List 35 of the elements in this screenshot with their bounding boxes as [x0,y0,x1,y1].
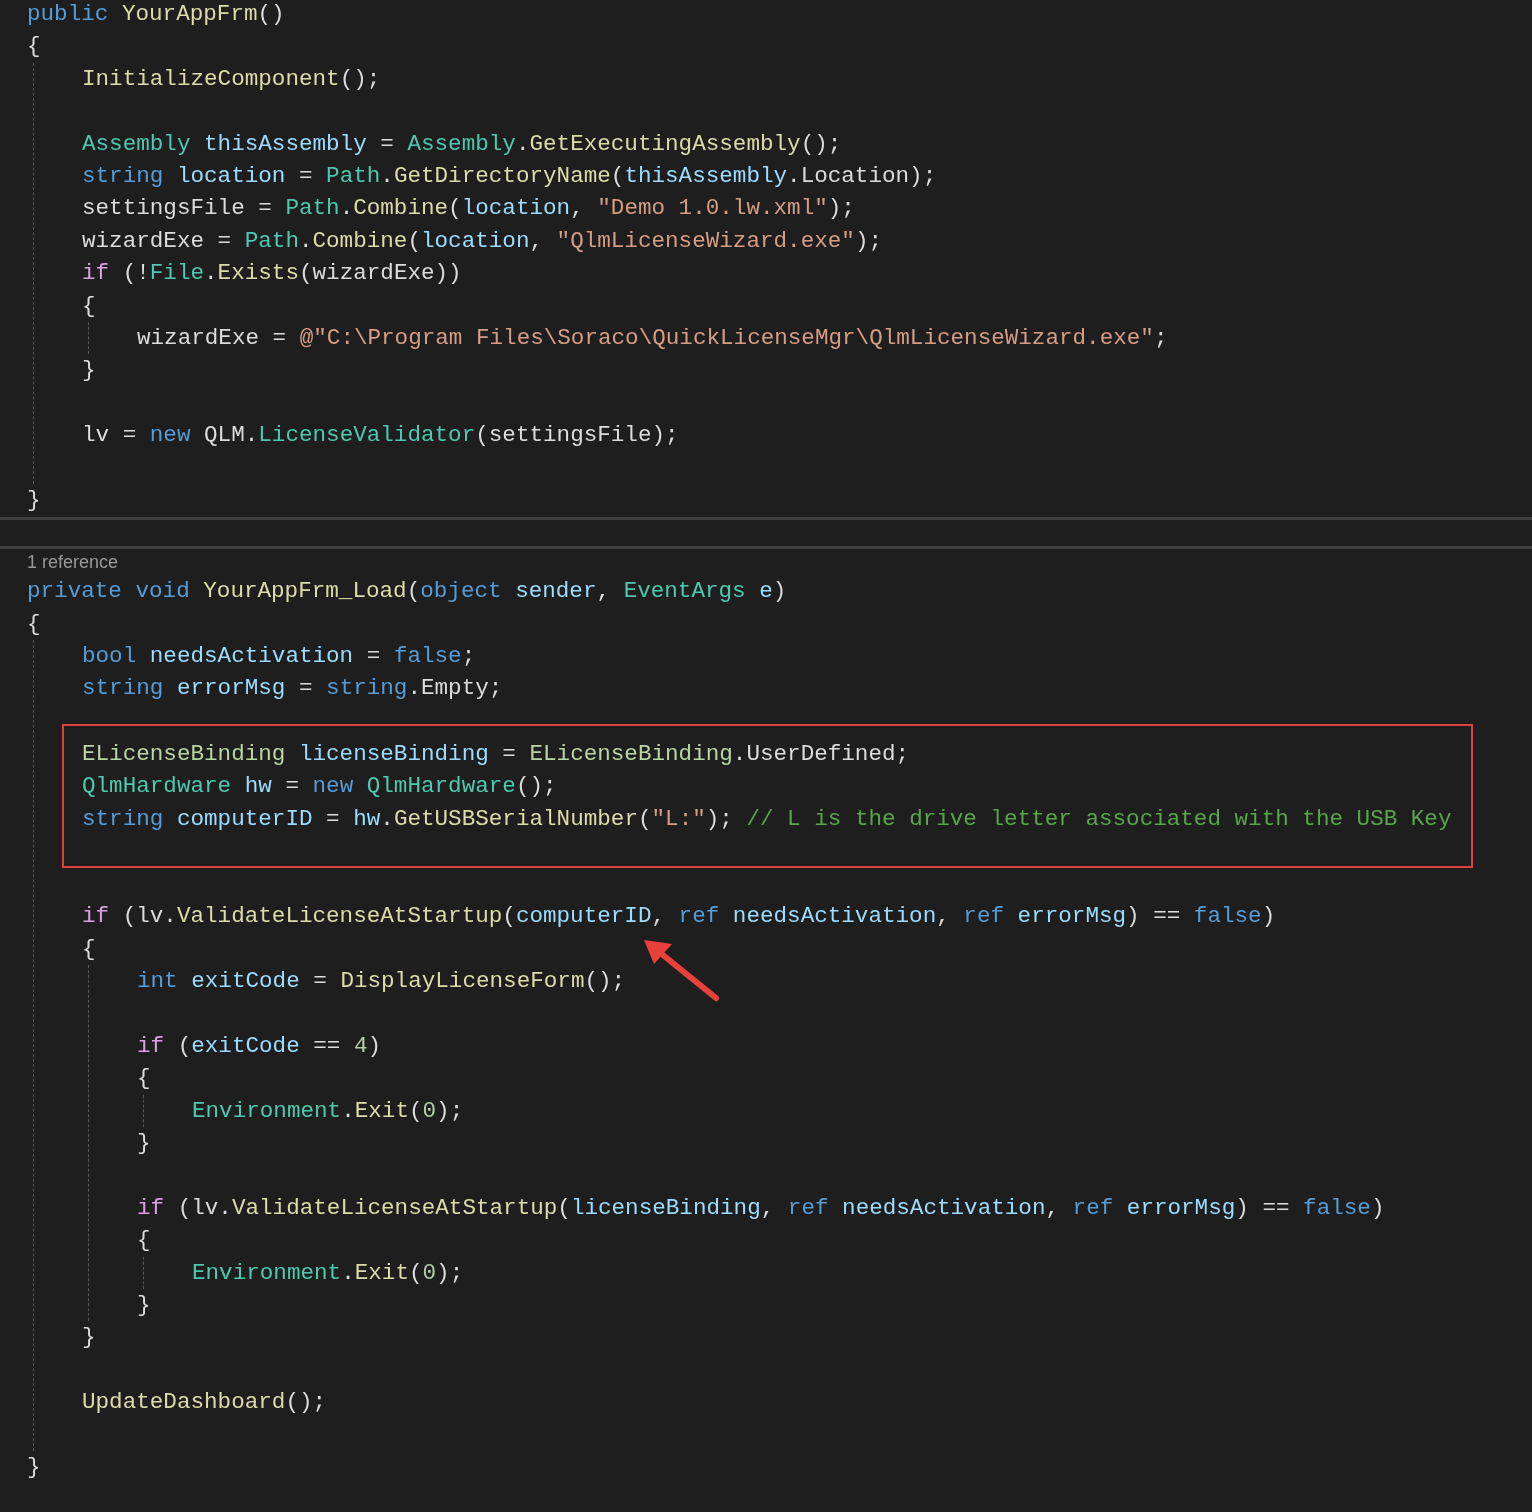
code-line: { [137,1226,151,1256]
code-line: Assembly thisAssembly = Assembly.GetExecutingAssembly(); [82,129,842,159]
code-line: if (lv.ValidateLicenseAtStartup(licenseBinding, ref needsActivation, ref errorMsg) == false) [137,1193,1385,1223]
code-line: Environment.Exit(0); [192,1258,464,1288]
code-line: if (lv.ValidateLicenseAtStartup(computerID, ref needsActivation, ref errorMsg) == false) [82,902,1276,932]
code-line: Environment.Exit(0); [192,1096,464,1126]
code-line: settingsFile = Path.Combine(location, "Demo 1.0.lw.xml"); [82,194,855,224]
code-line: wizardExe = @"C:\Program Files\Soraco\QuickLicenseMgr\QlmLicenseWizard.exe"; [137,323,1168,353]
code-line: } [27,485,41,515]
code-line: int exitCode = DisplayLicenseForm(); [137,967,626,997]
reference-count[interactable]: 1 reference [0,549,1532,576]
code-line: } [82,356,96,386]
code-line: string computerID = hw.GetUSBSerialNumber("L:"); // L is the drive letter associated with the USB Key [82,804,1452,834]
code-line: { [27,32,41,62]
code-line: UpdateDashboard(); [82,1388,327,1418]
code-line: { [82,291,96,321]
code-line: bool needsActivation = false; [82,642,476,672]
code-line: private void YourAppFrm_Load(object sender, EventArgs e) [27,577,787,607]
code-line: InitializeComponent(); [82,64,381,94]
code-line: if (exitCode == 4) [137,1031,382,1061]
code-line: if (!File.Exists(wizardExe)) [82,259,462,289]
code-line: } [82,1323,96,1353]
code-line: } [27,1453,41,1482]
code-line: ELicenseBinding licenseBinding = ELicenseBinding.UserDefined; [82,739,910,769]
code-line: string errorMsg = string.Empty; [82,674,503,704]
code-line: { [27,609,41,639]
code-line: { [137,1064,151,1094]
code-line: wizardExe = Path.Combine(location, "QlmLicenseWizard.exe"); [82,226,882,256]
code-line: public YourAppFrm() [27,0,285,29]
code-line: string location = Path.GetDirectoryName(thisAssembly.Location); [82,161,937,191]
code-line: { [82,934,96,964]
code-line: QlmHardware hw = new QlmHardware(); [82,772,557,802]
code-line: } [137,1291,151,1321]
code-line: } [137,1129,151,1159]
code-line: lv = new QLM.LicenseValidator(settingsFile); [82,421,679,451]
